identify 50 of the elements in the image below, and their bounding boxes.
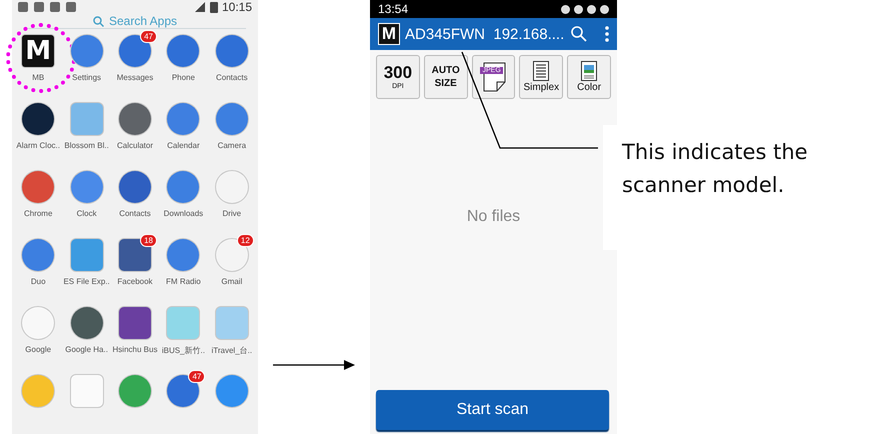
- app-label: MB: [32, 73, 44, 82]
- app-label: iTravel_台..: [211, 345, 252, 356]
- app-label: Clock: [76, 209, 97, 218]
- battery-icon: [210, 1, 218, 13]
- app-label: Downloads: [164, 209, 204, 218]
- start-scan-button[interactable]: Start scan: [376, 390, 609, 430]
- app-label: Camera: [218, 141, 246, 150]
- app-label: Duo: [30, 277, 46, 286]
- app-label: Contacts: [119, 209, 151, 218]
- empty-message: No files: [466, 207, 522, 227]
- app-label: Calendar: [167, 141, 200, 150]
- app-label: Google Ha..: [65, 345, 108, 354]
- app-logo: M: [378, 23, 400, 45]
- menu-icon[interactable]: [605, 26, 609, 42]
- app-label: Calculator: [116, 141, 153, 150]
- app-label: Google: [25, 345, 52, 354]
- app-icon[interactable]: [22, 103, 54, 135]
- status-time: 13:54: [378, 2, 408, 16]
- app-label: ES File Exp..: [63, 277, 110, 286]
- notification-badge: 12: [236, 234, 254, 247]
- status-time: 10:15: [222, 0, 252, 14]
- app-label: iBUS_新竹..: [162, 345, 205, 356]
- notification-badge: 47: [188, 370, 206, 383]
- app-icon[interactable]: [70, 307, 103, 339]
- app-icon[interactable]: M: [22, 35, 54, 67]
- app-label: Gmail: [221, 277, 242, 286]
- app-label: Drive: [222, 209, 242, 218]
- app-label: Messages: [116, 73, 154, 82]
- app-label: Settings: [72, 73, 102, 82]
- app-label: Contacts: [216, 73, 248, 82]
- scanner-title: AD345FWN 192.168....: [405, 26, 564, 42]
- search-placeholder: Search Apps: [108, 14, 178, 28]
- app-label: Chrome: [24, 209, 52, 218]
- search-icon[interactable]: [571, 26, 587, 42]
- notification-badge: 18: [140, 234, 157, 247]
- page-lines-icon: [533, 61, 550, 81]
- size-button[interactable]: AUTO SIZE: [424, 55, 468, 99]
- app-label: Alarm Cloc..: [16, 141, 60, 150]
- duplex-button[interactable]: Simplex: [519, 55, 564, 99]
- app-label: Blossom Bl..: [64, 141, 109, 150]
- app-label: Phone: [172, 73, 195, 82]
- search-icon: [92, 16, 104, 26]
- annotation-text: This indicates the scanner model.: [622, 139, 809, 199]
- color-picture-icon: [581, 61, 598, 81]
- color-button[interactable]: Color: [567, 55, 611, 99]
- app-label: Hsinchu Bus: [112, 345, 158, 354]
- signal-icon: [194, 1, 206, 13]
- app-label: Facebook: [117, 277, 153, 286]
- notification-badge: 47: [140, 30, 157, 43]
- app-label: FM Radio: [166, 277, 201, 286]
